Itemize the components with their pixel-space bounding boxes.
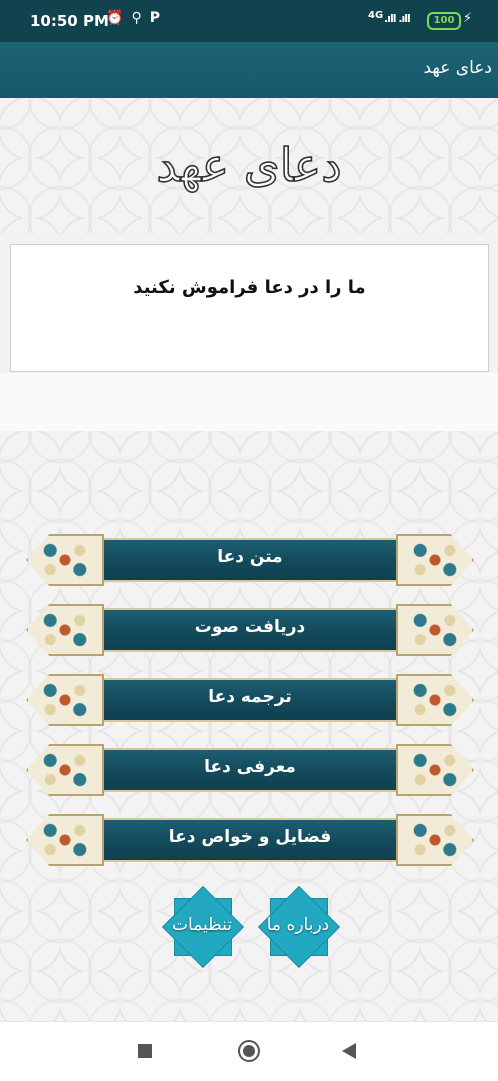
recents-icon[interactable] [138, 1044, 152, 1058]
message-text: ما را در دعا فراموش نکنید [133, 277, 366, 298]
about-us-button[interactable]: درباره ما [257, 885, 341, 969]
charging-icon: ⚡ [463, 11, 473, 26]
menu-button-prayer-text[interactable]: متن دعا [26, 534, 474, 586]
menu-area [0, 431, 498, 1021]
app-title: دعای عهد [423, 58, 492, 78]
about-us-label: درباره ما [266, 915, 330, 935]
home-icon[interactable] [238, 1040, 260, 1062]
signal-icon: .ıll .ıll [384, 12, 411, 25]
p-icon: P [149, 10, 160, 26]
usb-icon: ⚲ [131, 10, 142, 26]
menu-button-label: فضایل و خواص دعا [168, 827, 332, 847]
settings-button[interactable]: تنظیمات [161, 885, 245, 969]
logo-title: دعای عهد [156, 137, 342, 193]
network-type: 4G [368, 10, 384, 21]
alarm-icon: ⏰ [106, 10, 124, 26]
menu-button-introduction[interactable]: معرفی دعا [26, 744, 474, 796]
app-bar: دعای عهد [0, 42, 498, 98]
settings-label: تنظیمات [172, 915, 232, 935]
menu-button-label: معرفی دعا [204, 757, 296, 777]
menu-button-label: دریافت صوت [194, 617, 306, 637]
message-box: ما را در دعا فراموش نکنید [10, 244, 489, 372]
menu-button-label: ترجمه دعا [208, 687, 292, 707]
menu-button-virtues[interactable]: فضایل و خواص دعا [26, 814, 474, 866]
system-nav-bar [0, 1021, 498, 1081]
battery-icon: 100 [427, 12, 461, 30]
back-icon[interactable] [342, 1043, 356, 1059]
status-time: 10:50 PM [30, 12, 109, 30]
menu-button-download-audio[interactable]: دریافت صوت [26, 604, 474, 656]
menu-button-label: متن دعا [217, 547, 283, 567]
menu-button-translation[interactable]: ترجمه دعا [26, 674, 474, 726]
status-bar: 10:50 PM ⏰ ⚲ P 4G .ıll .ıll 100 ⚡ [0, 0, 498, 42]
